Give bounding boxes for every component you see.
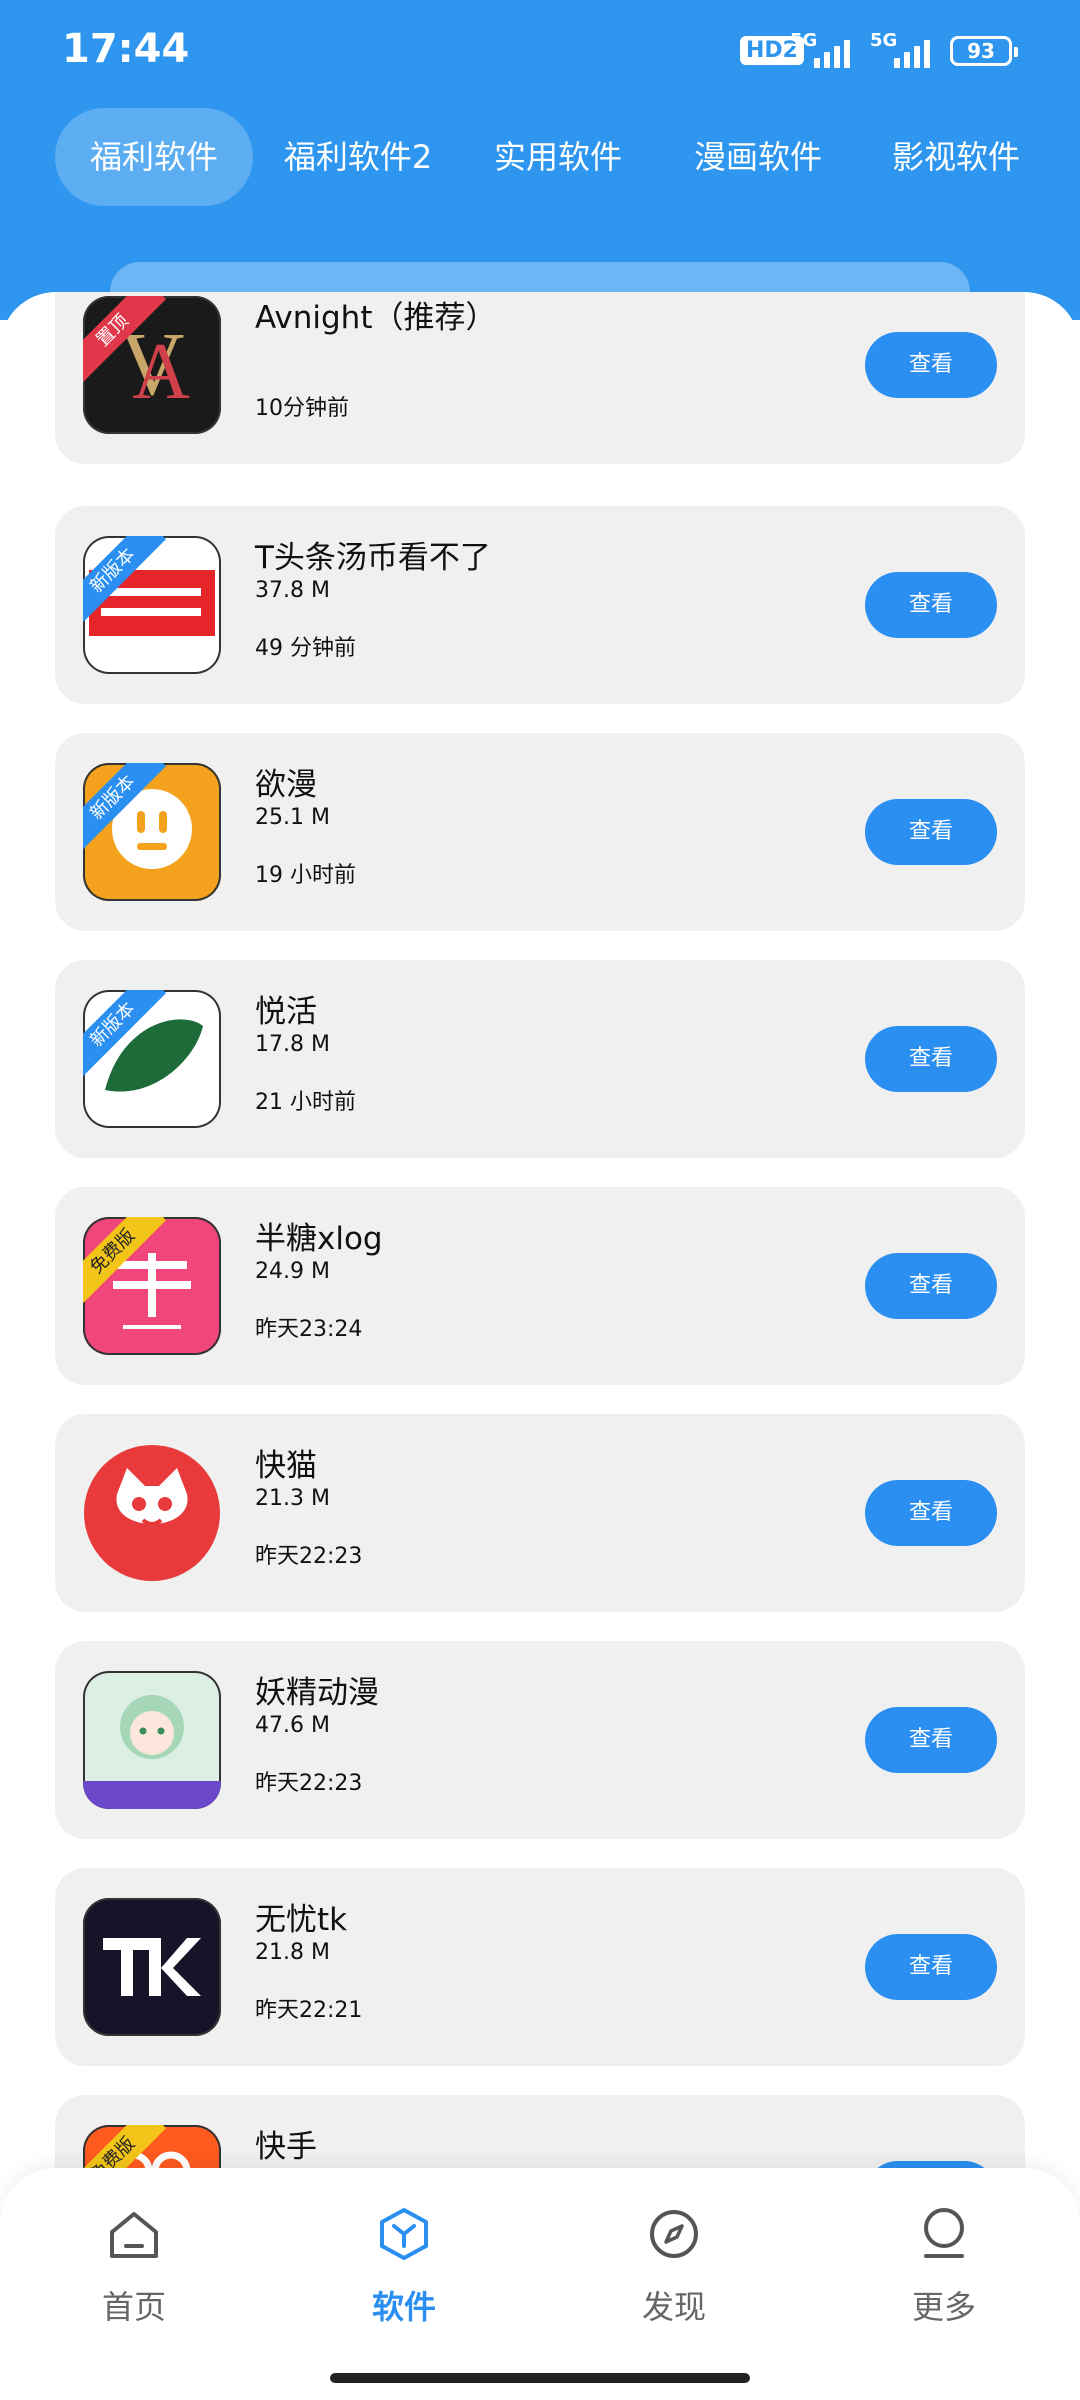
nav-home-label: 首页 <box>101 2288 166 2326</box>
app-name: 半糖xlog <box>255 1221 383 1257</box>
app-name: 欲漫 <box>255 767 317 803</box>
battery-icon: 93 <box>950 36 1018 66</box>
app-time: 昨天22:23 <box>255 1544 363 1569</box>
kuaimao-icon <box>83 1444 221 1582</box>
app-time: 昨天22:21 <box>255 1998 363 2023</box>
app-size: 21.8 M <box>255 1940 330 1965</box>
signal-icon-2 <box>894 34 940 68</box>
tab-fuli[interactable]: 福利软件 <box>55 108 253 206</box>
list-item[interactable]: 新版本 悦活 17.8 M 21 小时前 查看 <box>55 960 1025 1158</box>
status-time: 17:44 <box>62 26 190 72</box>
app-name: 妖精动漫 <box>255 1675 379 1711</box>
app-size: 47.6 M <box>255 1713 330 1738</box>
list-item[interactable]: 快猫 21.3 M 昨天22:23 查看 <box>55 1414 1025 1612</box>
app-name: 悦活 <box>255 994 317 1030</box>
user-icon <box>924 2208 964 2258</box>
nav-more[interactable]: 更多 <box>854 2202 1034 2352</box>
nav-more-label: 更多 <box>911 2288 976 2326</box>
app-time: 10分钟前 <box>255 396 349 421</box>
nav-software[interactable]: 软件 <box>314 2202 494 2352</box>
app-name: 无忧tk <box>255 1902 348 1938</box>
nav-home[interactable]: 首页 <box>44 2202 224 2352</box>
home-indicator <box>330 2373 750 2383</box>
view-button[interactable]: 查看 <box>865 799 997 865</box>
app-time: 19 小时前 <box>255 863 356 888</box>
nav-discover[interactable]: 发现 <box>584 2202 764 2352</box>
view-button[interactable]: 查看 <box>865 332 997 398</box>
nav-software-label: 软件 <box>371 2288 436 2326</box>
app-time: 49 分钟前 <box>255 636 356 661</box>
yuman-icon: 新版本 <box>83 763 221 901</box>
app-size: 25.1 M <box>255 805 330 830</box>
tab-yingshi[interactable]: 影视软件 <box>876 108 1036 206</box>
app-name: 快手 <box>255 2129 317 2165</box>
tangtoutiao-icon: 新版本 <box>83 536 221 674</box>
view-button[interactable]: 查看 <box>865 1253 997 1319</box>
list-item[interactable]: 新版本 T头条汤币看不了 37.8 M 49 分钟前 查看 <box>55 506 1025 704</box>
list-item[interactable]: V A 置顶 Avnight（推荐） 10分钟前 查看 <box>55 292 1025 464</box>
list-item[interactable]: 新版本 欲漫 25.1 M 19 小时前 查看 <box>55 733 1025 931</box>
app-name: T头条汤币看不了 <box>255 540 491 576</box>
app-size: 17.8 M <box>255 1032 330 1057</box>
app-name: Avnight（推荐） <box>255 300 497 336</box>
app-list: V A 置顶 Avnight（推荐） 10分钟前 查看 新版本 T头条汤币看不了… <box>0 292 1080 2172</box>
app-time: 昨天23:24 <box>255 1317 363 1342</box>
app-size: 37.8 M <box>255 578 330 603</box>
view-button[interactable]: 查看 <box>865 1707 997 1773</box>
list-item[interactable]: 免费版 快手 查看 <box>55 2095 1025 2172</box>
list-item[interactable]: 无忧tk 21.8 M 昨天22:21 查看 <box>55 1868 1025 2066</box>
list-item[interactable]: 免费版 半糖xlog 24.9 M 昨天23:24 查看 <box>55 1187 1025 1385</box>
nav-discover-label: 发现 <box>641 2288 706 2326</box>
app-time: 21 小时前 <box>255 1090 356 1115</box>
compass-icon <box>650 2210 698 2258</box>
software-icon <box>380 2208 428 2260</box>
tab-fuli-2[interactable]: 福利软件2 <box>268 108 448 206</box>
kuaishou-icon: 免费版 <box>83 2125 221 2172</box>
view-button[interactable]: 查看 <box>865 1480 997 1546</box>
tab-shiyong[interactable]: 实用软件 <box>478 108 638 206</box>
yuehuo-icon: 新版本 <box>83 990 221 1128</box>
signal-icon <box>814 34 860 68</box>
yaojing-icon <box>83 1671 221 1809</box>
category-tabs: 福利软件 福利软件2 实用软件 漫画软件 影视软件 <box>0 108 1080 208</box>
wuyoutk-icon <box>83 1898 221 2036</box>
bantang-icon: 免费版 <box>83 1217 221 1355</box>
home-icon <box>110 2212 158 2258</box>
bottom-nav: 首页 软件 发现 更多 <box>0 2168 1080 2400</box>
app-size: 24.9 M <box>255 1259 330 1284</box>
app-name: 快猫 <box>255 1448 317 1484</box>
svg-text:A: A <box>132 328 190 416</box>
view-button[interactable]: 查看 <box>865 572 997 638</box>
app-time: 昨天22:23 <box>255 1771 363 1796</box>
tab-manhua[interactable]: 漫画软件 <box>678 108 838 206</box>
list-item[interactable]: 妖精动漫 47.6 M 昨天22:23 查看 <box>55 1641 1025 1839</box>
avnight-icon: V A 置顶 <box>83 296 221 434</box>
app-size: 21.3 M <box>255 1486 330 1511</box>
status-bar: 17:44 HD2 5G 5G 93 <box>0 0 1080 100</box>
view-button[interactable]: 查看 <box>865 1934 997 2000</box>
view-button[interactable]: 查看 <box>865 1026 997 1092</box>
